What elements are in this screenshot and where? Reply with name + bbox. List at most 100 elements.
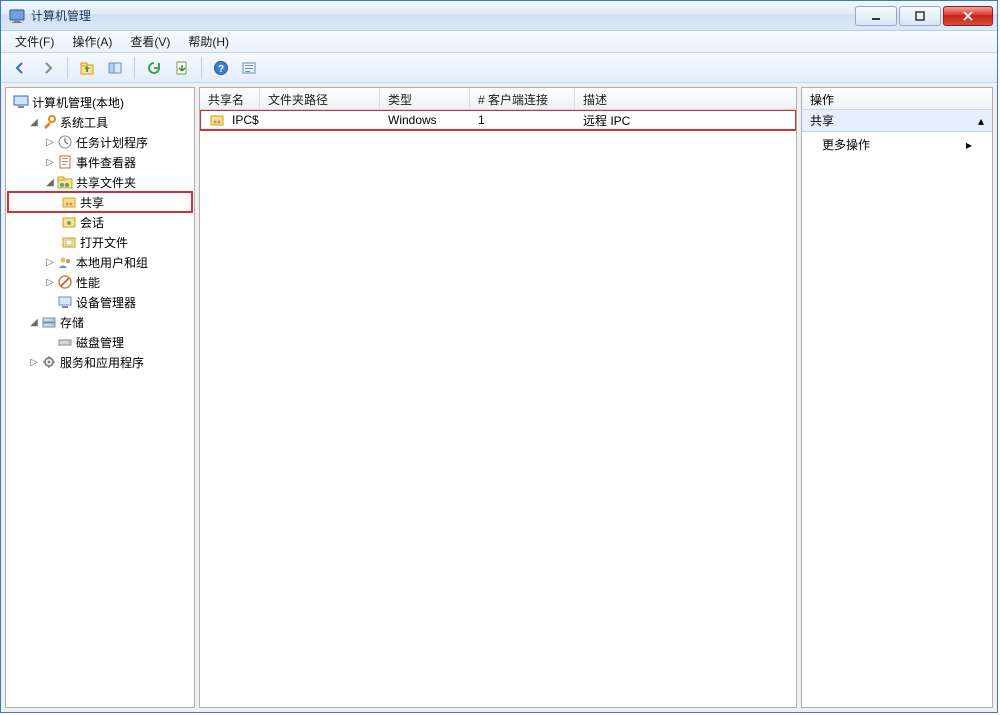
maximize-button[interactable] [899, 6, 941, 26]
expand-icon[interactable]: ▷ [44, 257, 56, 268]
tree-event-viewer[interactable]: ▷ 事件查看器 [8, 152, 192, 172]
tree-shares[interactable]: 共享 [8, 192, 192, 212]
users-icon [57, 254, 73, 270]
expand-icon[interactable]: ▷ [44, 137, 56, 148]
collapse-triangle-icon: ▴ [978, 114, 984, 128]
toolbar-separator [67, 57, 68, 79]
list-header: 共享名 文件夹路径 类型 # 客户端连接 描述 [200, 88, 796, 110]
tools-icon [41, 114, 57, 130]
titlebar[interactable]: 计算机管理 [1, 1, 997, 31]
clock-icon [57, 134, 73, 150]
expand-icon[interactable]: ▷ [44, 157, 56, 168]
properties-button[interactable] [236, 56, 262, 80]
export-button[interactable] [169, 56, 195, 80]
shared-folder-icon [57, 174, 73, 190]
shares-icon [61, 194, 77, 210]
tree-label: 性能 [76, 274, 100, 291]
section-label: 共享 [810, 112, 834, 129]
share-icon [209, 112, 225, 128]
tree-root[interactable]: 计算机管理(本地) [8, 92, 192, 112]
col-description[interactable]: 描述 [575, 88, 796, 109]
submenu-arrow-icon: ▸ [966, 138, 972, 152]
tree-local-users[interactable]: ▷ 本地用户和组 [8, 252, 192, 272]
help-button[interactable]: ? [208, 56, 234, 80]
refresh-button[interactable] [141, 56, 167, 80]
menubar: 文件(F) 操作(A) 查看(V) 帮助(H) [1, 31, 997, 53]
tree-label: 服务和应用程序 [60, 354, 144, 371]
toolbar-separator [134, 57, 135, 79]
forward-button[interactable] [35, 56, 61, 80]
tree-system-tools[interactable]: ◢ 系统工具 [8, 112, 192, 132]
toolbar: ? [1, 53, 997, 83]
tree-label: 设备管理器 [76, 294, 136, 311]
cell-share-name: IPC$ [232, 113, 259, 127]
col-folder-path[interactable]: 文件夹路径 [260, 88, 380, 109]
tree-label: 本地用户和组 [76, 254, 148, 271]
services-icon [41, 354, 57, 370]
col-share-name[interactable]: 共享名 [200, 88, 260, 109]
col-client-conn[interactable]: # 客户端连接 [470, 88, 575, 109]
menu-action[interactable]: 操作(A) [64, 31, 120, 52]
menu-help[interactable]: 帮助(H) [180, 31, 237, 52]
collapse-icon[interactable]: ◢ [28, 317, 40, 328]
actions-panel: 操作 共享 ▴ 更多操作 ▸ [801, 87, 993, 708]
tree-task-scheduler[interactable]: ▷ 任务计划程序 [8, 132, 192, 152]
list-row[interactable]: IPC$ Windows 1 远程 IPC [200, 110, 796, 130]
actions-header: 操作 [802, 88, 992, 110]
tree-label: 共享文件夹 [76, 174, 136, 191]
tree-label: 任务计划程序 [76, 134, 148, 151]
tree-label: 计算机管理(本地) [32, 94, 124, 111]
tree-label: 事件查看器 [76, 154, 136, 171]
tree-label: 磁盘管理 [76, 334, 124, 351]
app-window: 计算机管理 文件(F) 操作(A) 查看(V) 帮助(H) ? [0, 0, 998, 713]
cell-description: 远程 IPC [583, 112, 630, 129]
svg-text:?: ? [218, 64, 224, 75]
tree-disk-management[interactable]: 磁盘管理 [8, 332, 192, 352]
close-button[interactable] [943, 6, 993, 26]
cell-type: Windows [388, 113, 437, 127]
device-icon [57, 294, 73, 310]
window-title: 计算机管理 [31, 7, 91, 24]
app-icon [9, 8, 25, 24]
performance-icon [57, 274, 73, 290]
computer-icon [13, 94, 29, 110]
sessions-icon [61, 214, 77, 230]
expand-icon[interactable]: ▷ [44, 277, 56, 288]
up-button[interactable] [74, 56, 100, 80]
collapse-icon[interactable]: ◢ [28, 117, 40, 128]
open-files-icon [61, 234, 77, 250]
show-hide-tree-button[interactable] [102, 56, 128, 80]
tree-performance[interactable]: ▷ 性能 [8, 272, 192, 292]
expand-icon[interactable]: ▷ [28, 357, 40, 368]
collapse-icon[interactable]: ◢ [44, 177, 56, 188]
tree-sessions[interactable]: 会话 [8, 212, 192, 232]
action-label: 更多操作 [822, 136, 870, 153]
tree-panel: 计算机管理(本地) ◢ 系统工具 ▷ 任务计划程序 ▷ 事件查看器 [5, 87, 195, 708]
tree-label: 共享 [80, 194, 104, 211]
tree-label: 存储 [60, 314, 84, 331]
window-controls [853, 6, 993, 26]
minimize-button[interactable] [855, 6, 897, 26]
cell-client-conn: 1 [478, 113, 485, 127]
toolbar-separator [201, 57, 202, 79]
content-area: 计算机管理(本地) ◢ 系统工具 ▷ 任务计划程序 ▷ 事件查看器 [1, 83, 997, 712]
back-button[interactable] [7, 56, 33, 80]
tree-label: 打开文件 [80, 234, 128, 251]
menu-view[interactable]: 查看(V) [122, 31, 178, 52]
navigation-tree[interactable]: 计算机管理(本地) ◢ 系统工具 ▷ 任务计划程序 ▷ 事件查看器 [6, 88, 194, 707]
col-type[interactable]: 类型 [380, 88, 470, 109]
menu-file[interactable]: 文件(F) [7, 31, 62, 52]
tree-services-apps[interactable]: ▷ 服务和应用程序 [8, 352, 192, 372]
tree-label: 会话 [80, 214, 104, 231]
action-more[interactable]: 更多操作 ▸ [802, 132, 992, 157]
tree-storage[interactable]: ◢ 存储 [8, 312, 192, 332]
storage-icon [41, 314, 57, 330]
list-body[interactable]: IPC$ Windows 1 远程 IPC [200, 110, 796, 707]
tree-open-files[interactable]: 打开文件 [8, 232, 192, 252]
disk-icon [57, 334, 73, 350]
event-icon [57, 154, 73, 170]
actions-section-shares[interactable]: 共享 ▴ [802, 110, 992, 132]
tree-label: 系统工具 [60, 114, 108, 131]
tree-shared-folders[interactable]: ◢ 共享文件夹 [8, 172, 192, 192]
tree-device-manager[interactable]: 设备管理器 [8, 292, 192, 312]
